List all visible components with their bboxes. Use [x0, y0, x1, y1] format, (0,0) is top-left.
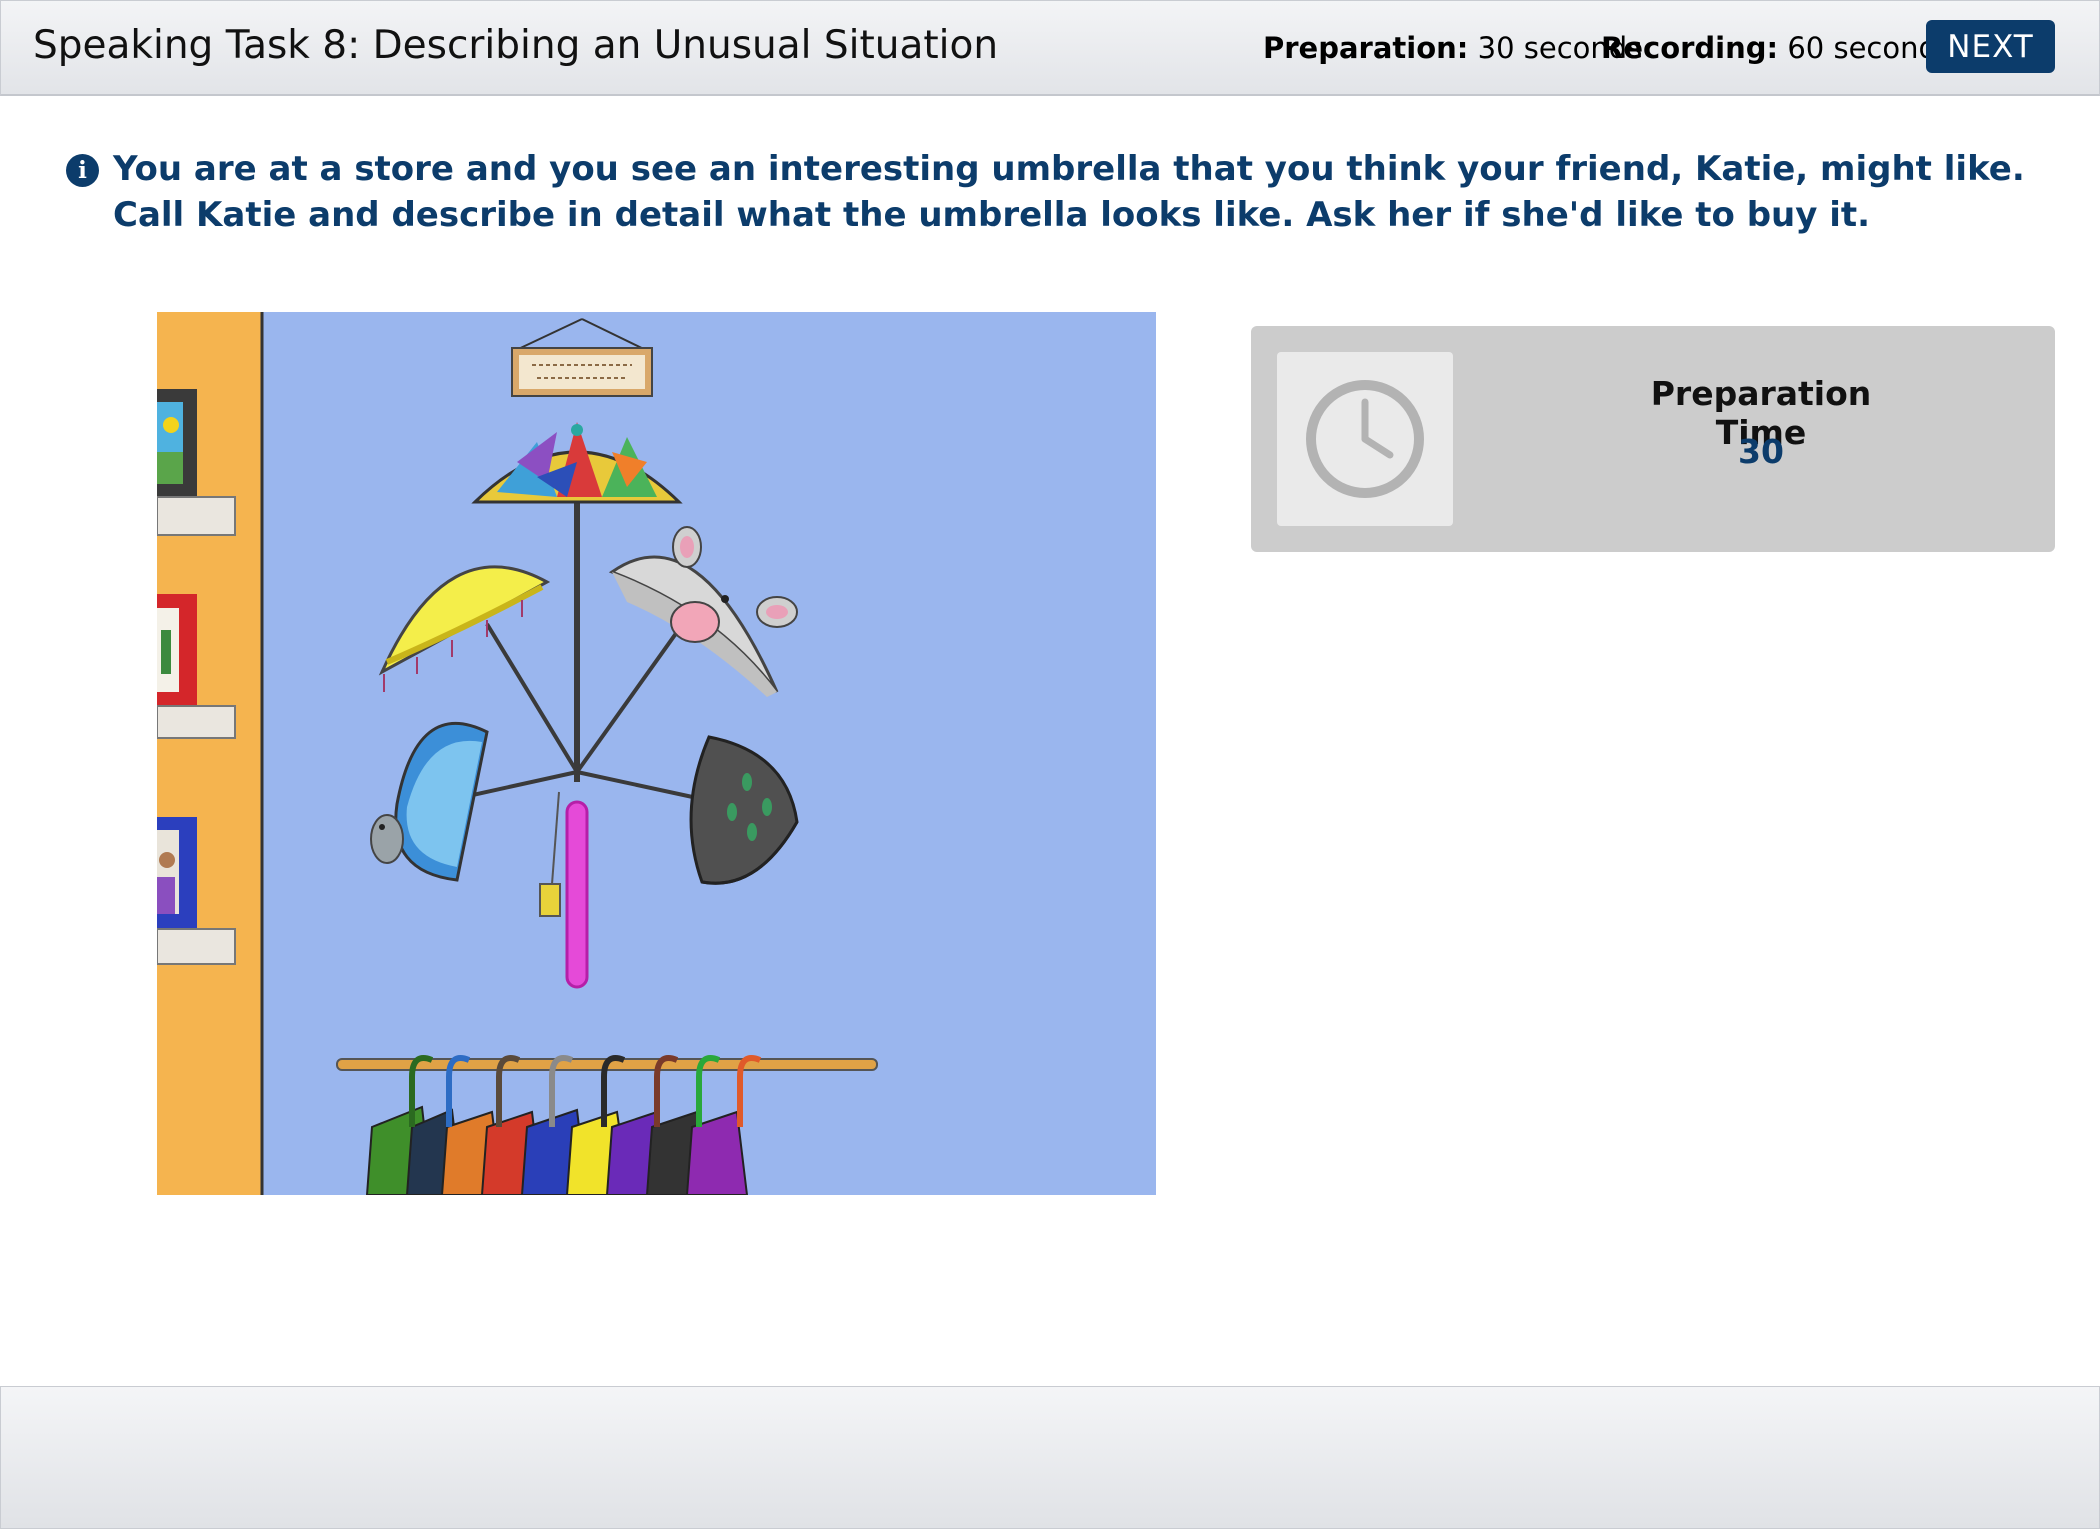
next-button[interactable]: NEXT	[1926, 20, 2055, 73]
task-title: Speaking Task 8: Describing an Unusual S…	[33, 23, 999, 68]
recording-label: Recording:	[1601, 31, 1779, 65]
header-bar: Speaking Task 8: Describing an Unusual S…	[0, 0, 2100, 96]
preparation-timer-panel: Preparation Time 30	[1251, 326, 2055, 552]
preparation-info: Preparation: 30 seconds	[1263, 31, 1642, 65]
instruction-text: You are at a store and you see an intere…	[113, 149, 2025, 235]
clock-icon	[1306, 380, 1424, 498]
umbrella-illustration	[157, 312, 1156, 1195]
footer-bar	[0, 1386, 2100, 1529]
info-icon: i	[66, 154, 99, 187]
instruction: i You are at a store and you see an inte…	[66, 140, 2056, 238]
clock-box	[1277, 352, 1453, 526]
preparation-label: Preparation:	[1263, 31, 1469, 65]
preparation-time-value: 30	[1738, 432, 1784, 471]
recording-info: Recording: 60 seconds	[1601, 31, 1952, 65]
